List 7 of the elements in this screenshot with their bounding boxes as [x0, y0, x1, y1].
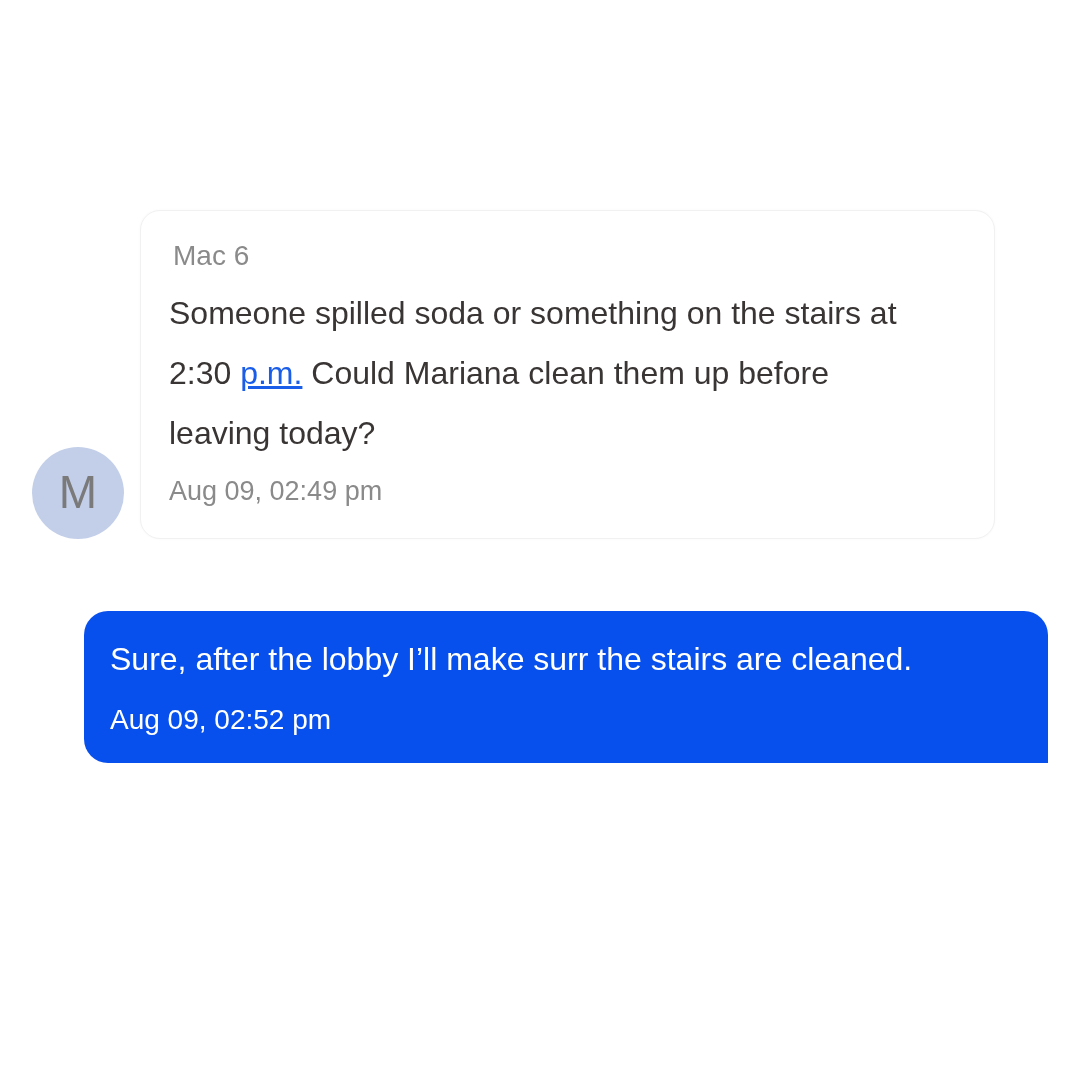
timestamp: Aug 09, 02:52 pm [110, 702, 332, 737]
avatar: M [32, 446, 124, 539]
message-text: Someone spilled soda or something on the stairs at 2:30 p.m. Could Mariana clean them up before leaving today? [169, 294, 898, 453]
sender-name: Mac 6 [173, 239, 250, 273]
time-link[interactable]: p.m. [240, 355, 303, 391]
message-text: Sure, after the lobby I’ll make surr the stairs are cleaned. [110, 639, 914, 679]
timestamp: Aug 09, 02:49 pm [169, 475, 383, 508]
